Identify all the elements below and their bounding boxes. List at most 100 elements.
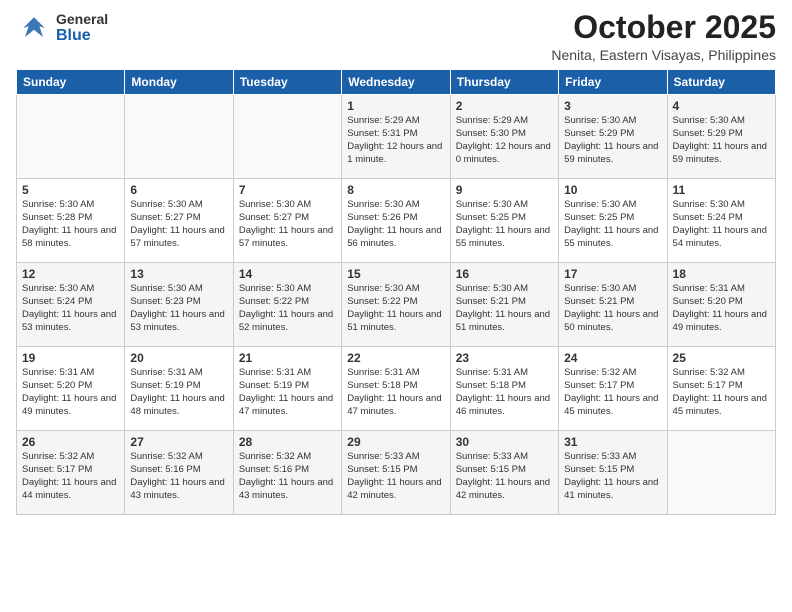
day-number: 23: [456, 351, 553, 365]
day-number: 5: [22, 183, 119, 197]
calendar-table: Sunday Monday Tuesday Wednesday Thursday…: [16, 69, 776, 515]
cell-info: Sunrise: 5:30 AMSunset: 5:24 PMDaylight:…: [673, 199, 767, 248]
day-number: 15: [347, 267, 444, 281]
table-row: 14 Sunrise: 5:30 AMSunset: 5:22 PMDaylig…: [233, 263, 341, 347]
cell-info: Sunrise: 5:33 AMSunset: 5:15 PMDaylight:…: [456, 451, 550, 500]
col-saturday: Saturday: [667, 70, 775, 95]
table-row: [233, 95, 341, 179]
cell-info: Sunrise: 5:32 AMSunset: 5:17 PMDaylight:…: [564, 367, 658, 416]
table-row: 9 Sunrise: 5:30 AMSunset: 5:25 PMDayligh…: [450, 179, 558, 263]
table-row: 2 Sunrise: 5:29 AMSunset: 5:30 PMDayligh…: [450, 95, 558, 179]
day-number: 22: [347, 351, 444, 365]
day-number: 13: [130, 267, 227, 281]
logo: General Blue: [16, 10, 108, 46]
cell-info: Sunrise: 5:31 AMSunset: 5:20 PMDaylight:…: [22, 367, 116, 416]
day-number: 3: [564, 99, 661, 113]
cell-info: Sunrise: 5:29 AMSunset: 5:31 PMDaylight:…: [347, 115, 442, 164]
cell-info: Sunrise: 5:32 AMSunset: 5:16 PMDaylight:…: [239, 451, 333, 500]
table-row: [667, 431, 775, 515]
table-row: 17 Sunrise: 5:30 AMSunset: 5:21 PMDaylig…: [559, 263, 667, 347]
col-friday: Friday: [559, 70, 667, 95]
day-number: 31: [564, 435, 661, 449]
day-number: 29: [347, 435, 444, 449]
day-number: 24: [564, 351, 661, 365]
cell-info: Sunrise: 5:30 AMSunset: 5:22 PMDaylight:…: [239, 283, 333, 332]
cell-info: Sunrise: 5:30 AMSunset: 5:24 PMDaylight:…: [22, 283, 116, 332]
day-number: 26: [22, 435, 119, 449]
col-thursday: Thursday: [450, 70, 558, 95]
day-number: 20: [130, 351, 227, 365]
day-number: 21: [239, 351, 336, 365]
day-number: 18: [673, 267, 770, 281]
cell-info: Sunrise: 5:31 AMSunset: 5:19 PMDaylight:…: [239, 367, 333, 416]
table-row: 11 Sunrise: 5:30 AMSunset: 5:24 PMDaylig…: [667, 179, 775, 263]
table-row: 31 Sunrise: 5:33 AMSunset: 5:15 PMDaylig…: [559, 431, 667, 515]
table-row: 5 Sunrise: 5:30 AMSunset: 5:28 PMDayligh…: [17, 179, 125, 263]
page: General Blue October 2025 Nenita, Easter…: [0, 0, 792, 612]
day-number: 6: [130, 183, 227, 197]
cell-info: Sunrise: 5:32 AMSunset: 5:17 PMDaylight:…: [22, 451, 116, 500]
cell-info: Sunrise: 5:29 AMSunset: 5:30 PMDaylight:…: [456, 115, 551, 164]
cell-info: Sunrise: 5:31 AMSunset: 5:18 PMDaylight:…: [456, 367, 550, 416]
table-row: 28 Sunrise: 5:32 AMSunset: 5:16 PMDaylig…: [233, 431, 341, 515]
table-row: 10 Sunrise: 5:30 AMSunset: 5:25 PMDaylig…: [559, 179, 667, 263]
table-row: 21 Sunrise: 5:31 AMSunset: 5:19 PMDaylig…: [233, 347, 341, 431]
day-number: 10: [564, 183, 661, 197]
day-number: 12: [22, 267, 119, 281]
table-row: 4 Sunrise: 5:30 AMSunset: 5:29 PMDayligh…: [667, 95, 775, 179]
cell-info: Sunrise: 5:30 AMSunset: 5:29 PMDaylight:…: [673, 115, 767, 164]
logo-label: General Blue: [56, 12, 108, 45]
day-number: 25: [673, 351, 770, 365]
title-block: October 2025 Nenita, Eastern Visayas, Ph…: [551, 10, 776, 63]
table-row: 13 Sunrise: 5:30 AMSunset: 5:23 PMDaylig…: [125, 263, 233, 347]
table-row: 3 Sunrise: 5:30 AMSunset: 5:29 PMDayligh…: [559, 95, 667, 179]
table-row: 27 Sunrise: 5:32 AMSunset: 5:16 PMDaylig…: [125, 431, 233, 515]
logo-bird-icon: [16, 10, 52, 46]
table-row: 23 Sunrise: 5:31 AMSunset: 5:18 PMDaylig…: [450, 347, 558, 431]
day-number: 17: [564, 267, 661, 281]
cell-info: Sunrise: 5:30 AMSunset: 5:21 PMDaylight:…: [456, 283, 550, 332]
day-number: 28: [239, 435, 336, 449]
logo-blue-text: Blue: [56, 27, 108, 45]
table-row: 16 Sunrise: 5:30 AMSunset: 5:21 PMDaylig…: [450, 263, 558, 347]
header: General Blue October 2025 Nenita, Easter…: [16, 10, 776, 63]
cell-info: Sunrise: 5:30 AMSunset: 5:21 PMDaylight:…: [564, 283, 658, 332]
table-row: 7 Sunrise: 5:30 AMSunset: 5:27 PMDayligh…: [233, 179, 341, 263]
cell-info: Sunrise: 5:30 AMSunset: 5:23 PMDaylight:…: [130, 283, 224, 332]
day-number: 16: [456, 267, 553, 281]
calendar-header: Sunday Monday Tuesday Wednesday Thursday…: [17, 70, 776, 95]
table-row: 18 Sunrise: 5:31 AMSunset: 5:20 PMDaylig…: [667, 263, 775, 347]
table-row: 15 Sunrise: 5:30 AMSunset: 5:22 PMDaylig…: [342, 263, 450, 347]
day-number: 27: [130, 435, 227, 449]
cell-info: Sunrise: 5:30 AMSunset: 5:22 PMDaylight:…: [347, 283, 441, 332]
location: Nenita, Eastern Visayas, Philippines: [551, 47, 776, 63]
col-wednesday: Wednesday: [342, 70, 450, 95]
cell-info: Sunrise: 5:30 AMSunset: 5:26 PMDaylight:…: [347, 199, 441, 248]
day-number: 30: [456, 435, 553, 449]
cell-info: Sunrise: 5:33 AMSunset: 5:15 PMDaylight:…: [347, 451, 441, 500]
cell-info: Sunrise: 5:30 AMSunset: 5:25 PMDaylight:…: [456, 199, 550, 248]
day-number: 14: [239, 267, 336, 281]
cell-info: Sunrise: 5:32 AMSunset: 5:17 PMDaylight:…: [673, 367, 767, 416]
cell-info: Sunrise: 5:33 AMSunset: 5:15 PMDaylight:…: [564, 451, 658, 500]
table-row: 26 Sunrise: 5:32 AMSunset: 5:17 PMDaylig…: [17, 431, 125, 515]
day-number: 9: [456, 183, 553, 197]
table-row: 25 Sunrise: 5:32 AMSunset: 5:17 PMDaylig…: [667, 347, 775, 431]
table-row: [17, 95, 125, 179]
table-row: 22 Sunrise: 5:31 AMSunset: 5:18 PMDaylig…: [342, 347, 450, 431]
day-number: 1: [347, 99, 444, 113]
cell-info: Sunrise: 5:30 AMSunset: 5:27 PMDaylight:…: [239, 199, 333, 248]
day-number: 19: [22, 351, 119, 365]
col-tuesday: Tuesday: [233, 70, 341, 95]
day-number: 4: [673, 99, 770, 113]
cell-info: Sunrise: 5:32 AMSunset: 5:16 PMDaylight:…: [130, 451, 224, 500]
table-row: 24 Sunrise: 5:32 AMSunset: 5:17 PMDaylig…: [559, 347, 667, 431]
table-row: 1 Sunrise: 5:29 AMSunset: 5:31 PMDayligh…: [342, 95, 450, 179]
table-row: 19 Sunrise: 5:31 AMSunset: 5:20 PMDaylig…: [17, 347, 125, 431]
col-monday: Monday: [125, 70, 233, 95]
cell-info: Sunrise: 5:31 AMSunset: 5:20 PMDaylight:…: [673, 283, 767, 332]
table-row: 29 Sunrise: 5:33 AMSunset: 5:15 PMDaylig…: [342, 431, 450, 515]
table-row: [125, 95, 233, 179]
col-sunday: Sunday: [17, 70, 125, 95]
cell-info: Sunrise: 5:30 AMSunset: 5:25 PMDaylight:…: [564, 199, 658, 248]
